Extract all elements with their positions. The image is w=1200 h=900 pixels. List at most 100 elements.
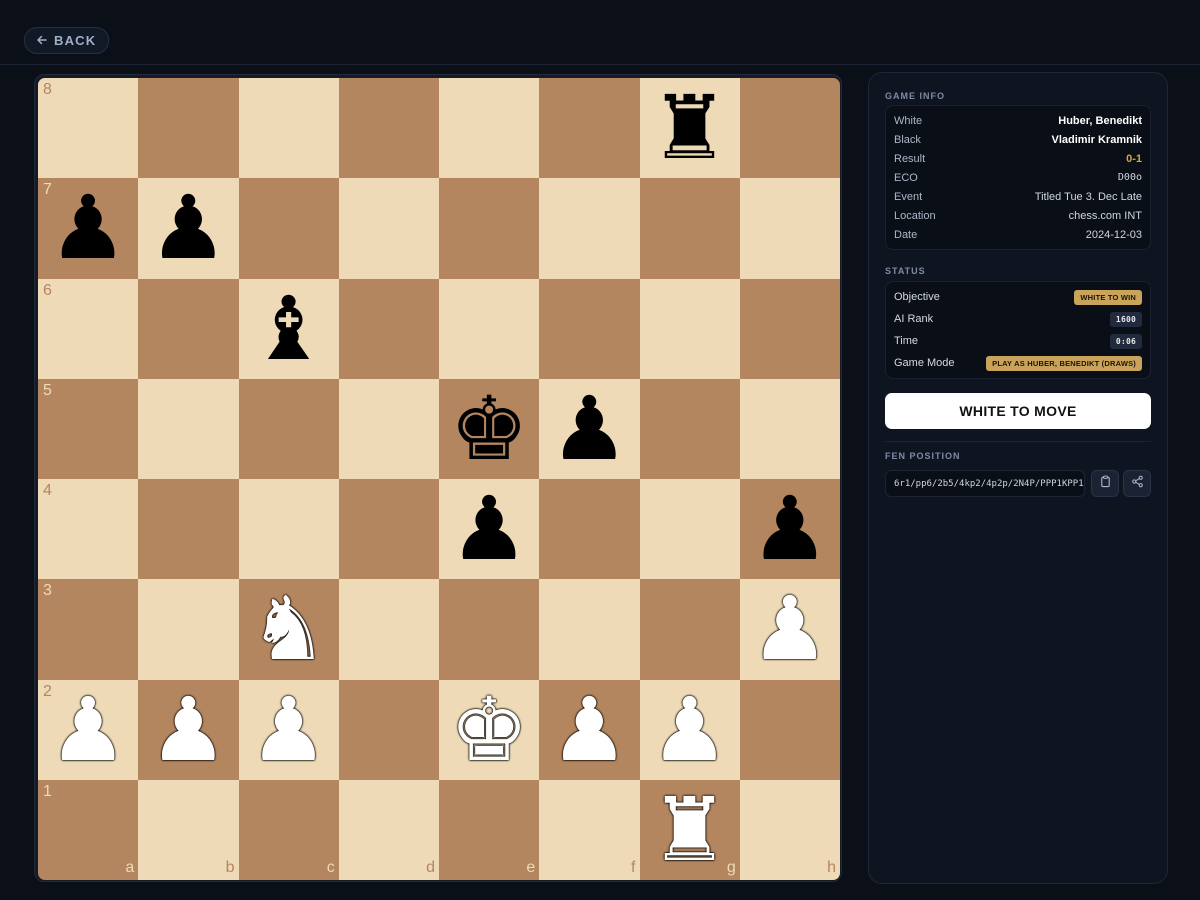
square-a2[interactable]: 2 ♟ xyxy=(38,679,139,780)
square-c2[interactable]: ♟ xyxy=(238,679,339,780)
status-row-objective: Objective WHITE TO WIN xyxy=(886,286,1150,308)
square-c1[interactable]: c xyxy=(238,779,339,880)
file-label: c xyxy=(326,859,335,876)
game-info-card: White Huber, Benedikt Black Vladimir Kramn… xyxy=(885,105,1151,250)
info-row-black: Black Vladimir Kramnik xyxy=(894,133,1142,146)
black-pawn-piece[interactable]: ♟ xyxy=(539,379,639,479)
square-c5[interactable] xyxy=(238,378,339,479)
square-h5[interactable] xyxy=(739,378,840,479)
square-a4[interactable]: 4 xyxy=(38,479,139,580)
square-b2[interactable]: ♟ xyxy=(138,679,239,780)
white-pawn-piece[interactable]: ♟ xyxy=(239,680,339,780)
square-h7[interactable] xyxy=(739,178,840,279)
fen-input[interactable]: 6r1/pp6/2b5/4kp2/4p2p/2N4P/PPP1KPP1/6R1 … xyxy=(885,470,1085,497)
square-b8[interactable] xyxy=(138,78,239,179)
square-g6[interactable] xyxy=(639,278,740,379)
square-c4[interactable] xyxy=(238,479,339,580)
rank-label: 4 xyxy=(43,482,52,499)
square-b3[interactable] xyxy=(138,579,239,680)
square-e6[interactable] xyxy=(439,278,540,379)
square-a1[interactable]: 1a xyxy=(38,779,139,880)
white-knight-piece[interactable]: ♞ xyxy=(239,579,339,679)
status-card: Objective WHITE TO WIN AI Rank 1600 Time 0:… xyxy=(885,281,1151,379)
game-info-title: GAME INFO xyxy=(885,91,945,101)
square-f3[interactable] xyxy=(539,579,640,680)
square-e2[interactable]: ♚ xyxy=(439,679,540,780)
turn-indicator-button[interactable]: WHITE TO MOVE xyxy=(885,393,1151,429)
square-d4[interactable] xyxy=(338,479,439,580)
back-button[interactable]: BACK xyxy=(24,27,110,54)
black-bishop-piece[interactable]: ♝ xyxy=(239,279,339,379)
square-a3[interactable]: 3 xyxy=(38,579,139,680)
square-g1[interactable]: g ♜ xyxy=(639,779,740,880)
square-d8[interactable] xyxy=(338,78,439,179)
square-g4[interactable] xyxy=(639,479,740,580)
square-d7[interactable] xyxy=(338,178,439,279)
square-g2[interactable]: ♟ xyxy=(639,679,740,780)
square-g7[interactable] xyxy=(639,178,740,279)
square-g5[interactable] xyxy=(639,378,740,479)
square-c3[interactable]: ♞ xyxy=(238,579,339,680)
square-b4[interactable] xyxy=(138,479,239,580)
black-king-piece[interactable]: ♚ xyxy=(439,379,539,479)
square-h6[interactable] xyxy=(739,278,840,379)
square-d3[interactable] xyxy=(338,579,439,680)
white-rook-piece[interactable]: ♜ xyxy=(640,780,740,880)
square-d5[interactable] xyxy=(338,378,439,479)
square-h4[interactable]: ♟ xyxy=(739,479,840,580)
square-g3[interactable] xyxy=(639,579,740,680)
file-label: d xyxy=(426,859,435,876)
square-a5[interactable]: 5 xyxy=(38,378,139,479)
file-label: b xyxy=(225,859,235,876)
white-pawn-piece[interactable]: ♟ xyxy=(138,680,238,780)
square-d1[interactable]: d xyxy=(338,779,439,880)
white-king-piece[interactable]: ♚ xyxy=(439,680,539,780)
square-b5[interactable] xyxy=(138,378,239,479)
square-b6[interactable] xyxy=(138,278,239,379)
square-h3[interactable]: ♟ xyxy=(739,579,840,680)
square-f7[interactable] xyxy=(539,178,640,279)
chess-board[interactable]: 8 ♜ 7 ♟ ♟ 6 ♝ 5 ♚ ♟ 4 ♟ ♟ 3 ♞ ♟ 2 ♟ ♟ ♟ ♚ ♟ ♟ 1 a b c d e f g ♜ h xyxy=(38,78,840,880)
info-row-location: Location chess.com INT xyxy=(894,209,1142,222)
black-pawn-piece[interactable]: ♟ xyxy=(138,178,238,278)
square-a7[interactable]: 7 ♟ xyxy=(38,178,139,279)
share-fen-button[interactable] xyxy=(1123,470,1151,497)
black-pawn-piece[interactable]: ♟ xyxy=(740,479,840,579)
rank-label: 8 xyxy=(43,81,52,98)
black-pawn-piece[interactable]: ♟ xyxy=(38,178,138,278)
white-pawn-piece[interactable]: ♟ xyxy=(740,579,840,679)
square-e4[interactable]: ♟ xyxy=(439,479,540,580)
white-pawn-piece[interactable]: ♟ xyxy=(38,680,138,780)
white-pawn-piece[interactable]: ♟ xyxy=(539,680,639,780)
square-e7[interactable] xyxy=(439,178,540,279)
square-b1[interactable]: b xyxy=(138,779,239,880)
copy-fen-button[interactable] xyxy=(1091,470,1119,497)
square-a8[interactable]: 8 xyxy=(38,78,139,179)
square-e1[interactable]: e xyxy=(439,779,540,880)
square-c8[interactable] xyxy=(238,78,339,179)
square-g8[interactable]: ♜ xyxy=(639,78,740,179)
square-d6[interactable] xyxy=(338,278,439,379)
square-f1[interactable]: f xyxy=(539,779,640,880)
square-f8[interactable] xyxy=(539,78,640,179)
square-c6[interactable]: ♝ xyxy=(238,278,339,379)
black-rook-piece[interactable]: ♜ xyxy=(640,78,740,178)
black-pawn-piece[interactable]: ♟ xyxy=(439,479,539,579)
square-b7[interactable]: ♟ xyxy=(138,178,239,279)
square-f5[interactable]: ♟ xyxy=(539,378,640,479)
square-f6[interactable] xyxy=(539,278,640,379)
white-pawn-piece[interactable]: ♟ xyxy=(640,680,740,780)
game-mode-badge: PLAY AS HUBER, BENEDIKT (DRAWS) xyxy=(986,355,1142,371)
square-f2[interactable]: ♟ xyxy=(539,679,640,780)
square-c7[interactable] xyxy=(238,178,339,279)
square-e3[interactable] xyxy=(439,579,540,680)
info-row-result: Result 0-1 xyxy=(894,152,1142,165)
square-h1[interactable]: h xyxy=(739,779,840,880)
square-h8[interactable] xyxy=(739,78,840,179)
square-f4[interactable] xyxy=(539,479,640,580)
square-e8[interactable] xyxy=(439,78,540,179)
square-e5[interactable]: ♚ xyxy=(439,378,540,479)
square-a6[interactable]: 6 xyxy=(38,278,139,379)
square-d2[interactable] xyxy=(338,679,439,780)
square-h2[interactable] xyxy=(739,679,840,780)
